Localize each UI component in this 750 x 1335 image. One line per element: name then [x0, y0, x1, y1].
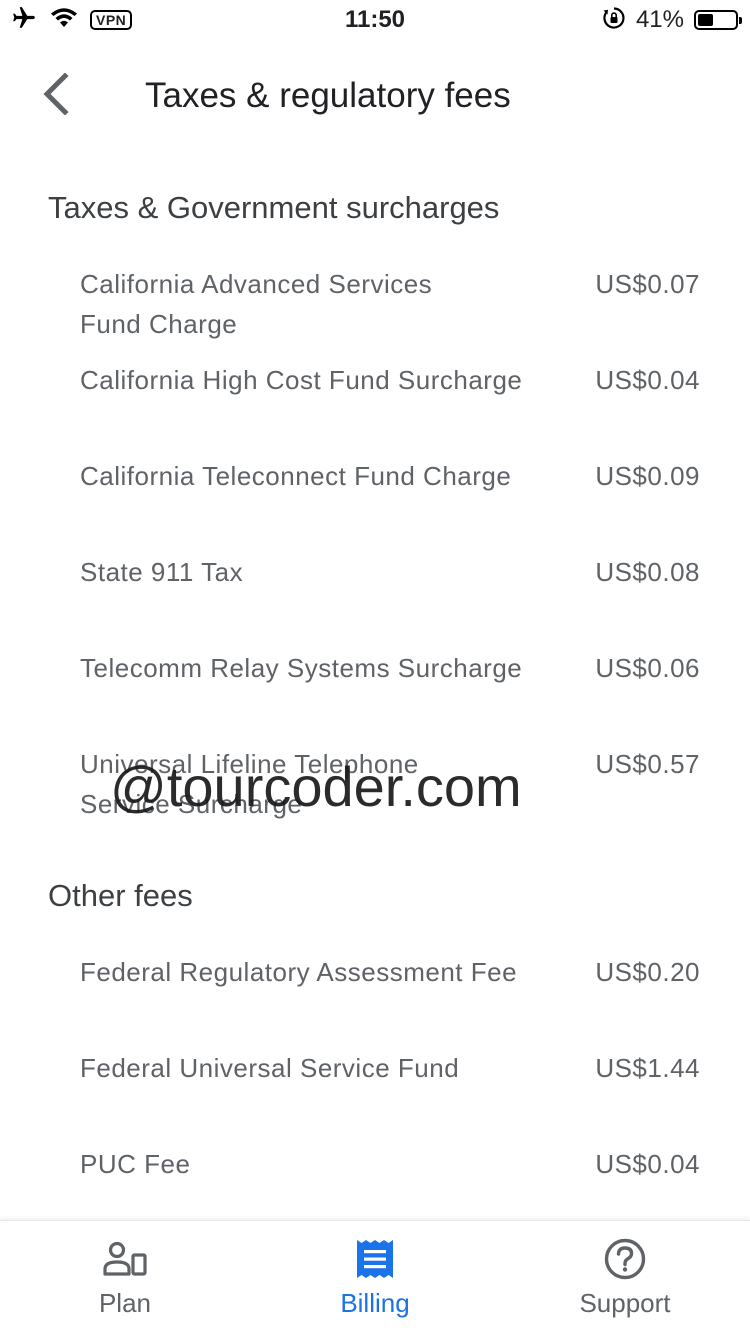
fee-label: Federal Regulatory Assessment Fee	[80, 957, 518, 987]
fee-amount: US$0.06	[595, 653, 700, 683]
fee-label: State 911 Tax	[80, 557, 244, 587]
bottom-nav: Plan Billing Support	[0, 1220, 750, 1335]
battery-icon	[694, 10, 742, 30]
fee-label: PUC Fee	[80, 1149, 191, 1179]
app-header: Taxes & regulatory fees	[0, 56, 750, 136]
fee-label: California Teleconnect Fund Charge	[80, 461, 512, 491]
back-button[interactable]	[30, 70, 82, 122]
fee-label: Federal Universal Service Fund	[80, 1053, 460, 1083]
battery-fill	[698, 14, 713, 26]
status-bar: VPN 11:50 41%	[0, 0, 750, 40]
fee-amount: US$0.07	[595, 269, 700, 299]
rotation-lock-icon	[602, 6, 626, 35]
section-heading-other-fees: Other fees	[48, 878, 193, 913]
chevron-left-icon	[41, 71, 71, 120]
nav-label-billing: Billing	[340, 1288, 410, 1318]
battery-percent: 41%	[635, 6, 684, 33]
status-bar-right: 41%	[602, 6, 742, 35]
billing-icon	[250, 1237, 500, 1281]
fee-amount: US$0.20	[595, 957, 700, 987]
fee-label: California Advanced Services Fund Charge	[80, 269, 433, 339]
fee-amount: US$0.57	[595, 749, 700, 779]
plan-icon	[0, 1237, 250, 1281]
fee-amount: US$0.08	[595, 557, 700, 587]
fee-amount: US$0.09	[595, 461, 700, 491]
fee-amount: US$1.44	[595, 1053, 700, 1083]
fee-label: Telecomm Relay Systems Surcharge	[80, 653, 523, 683]
nav-item-support[interactable]: Support	[500, 1221, 750, 1335]
help-circle-icon	[500, 1237, 750, 1281]
page-title: Taxes & regulatory fees	[145, 76, 511, 115]
nav-item-billing[interactable]: Billing	[250, 1221, 500, 1335]
nav-item-plan[interactable]: Plan	[0, 1221, 250, 1335]
nav-label-support: Support	[579, 1288, 671, 1318]
watermark: @tourcoder.com	[110, 755, 522, 818]
fee-amount: US$0.04	[595, 365, 700, 395]
nav-label-plan: Plan	[98, 1288, 152, 1318]
fee-label: California High Cost Fund Surcharge	[80, 365, 523, 395]
section-heading-taxes: Taxes & Government surcharges	[48, 190, 500, 225]
fee-amount: US$0.04	[595, 1149, 700, 1179]
